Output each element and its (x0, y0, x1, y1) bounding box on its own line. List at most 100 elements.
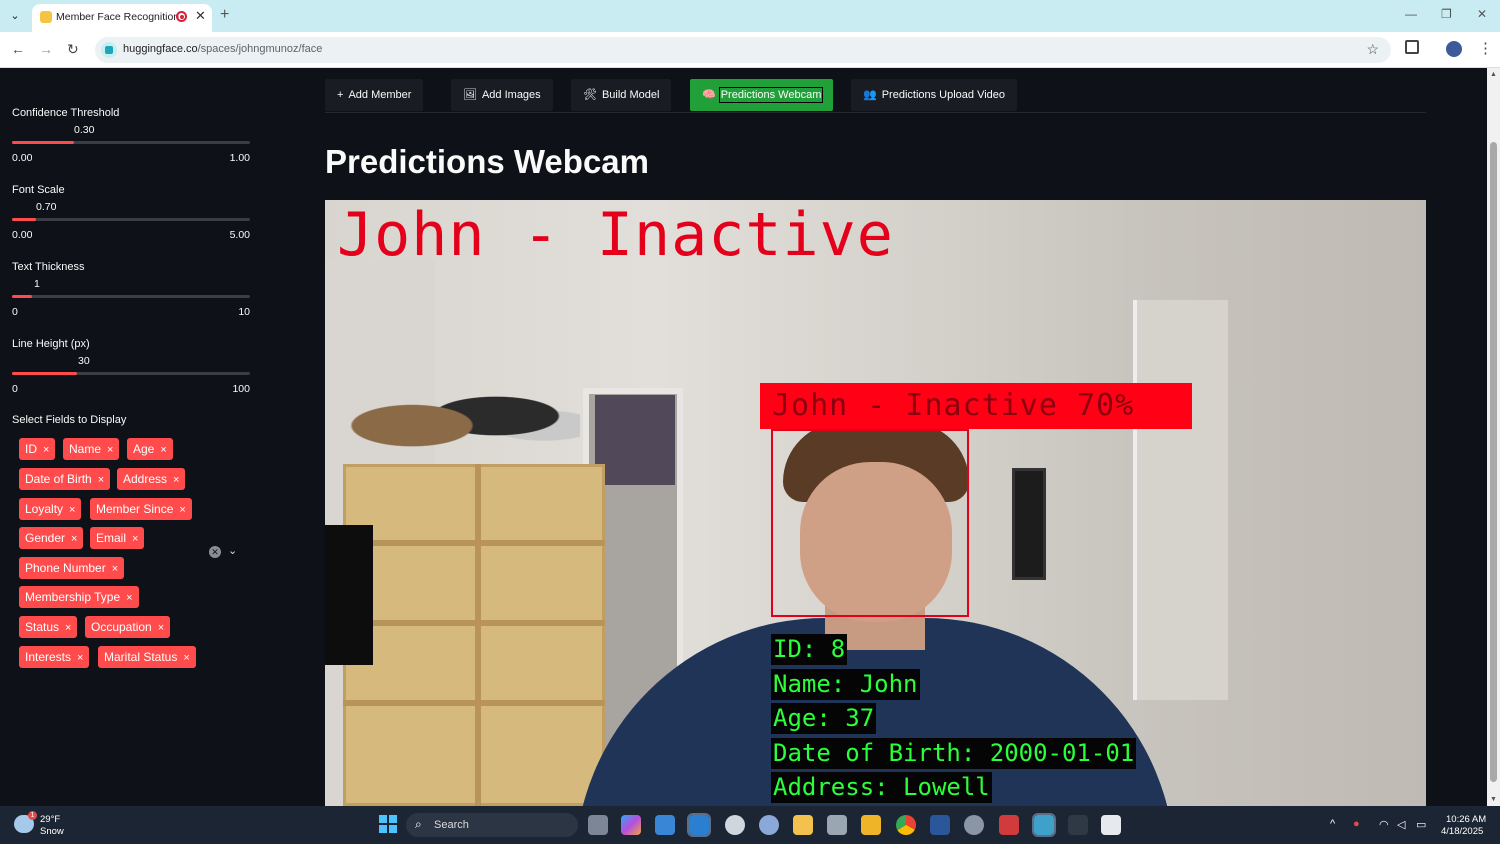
line-height-slider[interactable]: Line Height (px) 30 0 100 (12, 338, 250, 395)
reload-icon[interactable]: ↻ (67, 41, 79, 58)
chip-remove-icon[interactable]: × (160, 444, 166, 456)
info-line: Age: 37 (771, 703, 877, 734)
close-window-button[interactable]: ✕ (1477, 7, 1487, 21)
chip-remove-icon[interactable]: × (158, 622, 164, 634)
chip-remove-icon[interactable]: × (183, 652, 189, 664)
copilot-icon[interactable] (621, 815, 641, 835)
volume-icon[interactable]: ◁ (1397, 818, 1405, 831)
chip-remove-icon[interactable]: × (132, 533, 138, 545)
confidence-threshold-slider[interactable]: Confidence Threshold 0.30 0.00 1.00 (12, 107, 250, 164)
slider-max: 5.00 (229, 229, 250, 241)
field-chip[interactable]: Address × (117, 468, 186, 490)
tab-predictions-webcam[interactable]: 🧠 Predictions Webcam (690, 79, 834, 111)
back-icon[interactable]: ← (11, 41, 25, 57)
chip-remove-icon[interactable]: × (173, 474, 179, 486)
tray-chevron-icon[interactable]: ^ (1330, 818, 1335, 830)
clock-time[interactable]: 10:26 AM (1446, 814, 1486, 825)
chip-remove-icon[interactable]: × (126, 592, 132, 604)
field-chip[interactable]: ID × (19, 438, 56, 460)
field-chip[interactable]: Occupation × (85, 616, 171, 638)
clock-date[interactable]: 4/18/2025 (1441, 826, 1483, 837)
text-thickness-slider[interactable]: Text Thickness 1 0 10 (12, 261, 250, 318)
snipping-tool-icon[interactable] (1101, 815, 1121, 835)
field-chip[interactable]: Member Since × (90, 498, 192, 520)
site-info-icon[interactable] (101, 42, 117, 58)
scroll-down-icon[interactable]: ▼ (1490, 796, 1497, 803)
tab-add-member[interactable]: + Add Member (325, 79, 424, 111)
notepad-icon[interactable] (1032, 813, 1056, 837)
r-app-icon[interactable] (759, 815, 779, 835)
field-chip[interactable]: Phone Number × (19, 557, 125, 579)
new-tab-button[interactable]: + (220, 6, 229, 24)
wifi-icon[interactable]: ◠ (1379, 818, 1389, 831)
chip-label: Email (96, 531, 127, 545)
chip-remove-icon[interactable]: × (69, 504, 75, 516)
chip-remove-icon[interactable]: × (43, 444, 49, 456)
terminal-icon[interactable] (1068, 815, 1088, 835)
tab-label: Add Images (481, 89, 541, 101)
start-icon[interactable] (379, 815, 397, 833)
tab-predictions-upload-video[interactable]: 👥 Predictions Upload Video (851, 79, 1018, 111)
chip-remove-icon[interactable]: × (112, 563, 118, 575)
browser-tab[interactable]: Member Face Recognition ✕ (32, 4, 212, 32)
tab-close-icon[interactable]: ✕ (195, 8, 206, 24)
field-chip[interactable]: Age × (127, 438, 173, 460)
scrollbar-thumb[interactable] (1490, 142, 1497, 782)
chip-remove-icon[interactable]: × (179, 504, 185, 516)
field-chip[interactable]: Name × (63, 438, 120, 460)
slider-track[interactable] (12, 295, 250, 298)
recorder-icon[interactable] (999, 815, 1019, 835)
word-icon[interactable] (930, 815, 950, 835)
slider-min: 0.00 (12, 229, 33, 241)
chevron-down-icon[interactable]: ⌄ (228, 544, 237, 557)
task-view-icon[interactable] (588, 815, 608, 835)
chip-remove-icon[interactable]: × (71, 533, 77, 545)
tray-security-icon[interactable]: ● (1353, 818, 1360, 830)
field-chip[interactable]: Marital Status × (98, 646, 196, 668)
slider-max: 10 (238, 306, 250, 318)
taskbar-search[interactable]: ⌕ Search (406, 813, 578, 837)
slider-track[interactable] (12, 141, 250, 144)
scroll-up-icon[interactable]: ▲ (1490, 71, 1497, 78)
minimize-button[interactable]: — (1405, 7, 1417, 21)
field-chip[interactable]: Status × (19, 616, 78, 638)
tab-search-icon[interactable]: ⌄ (6, 7, 24, 25)
slider-track[interactable] (12, 218, 250, 221)
url-text[interactable]: huggingface.co/spaces/johngmunoz/face (123, 43, 322, 55)
store-icon[interactable] (655, 815, 675, 835)
font-scale-slider[interactable]: Font Scale 0.70 0.00 5.00 (12, 184, 250, 241)
field-chip[interactable]: Email × (90, 527, 145, 549)
slider-track[interactable] (12, 372, 250, 375)
field-chip[interactable]: Date of Birth × (19, 468, 111, 490)
chip-remove-icon[interactable]: × (65, 622, 71, 634)
field-chip[interactable]: Gender × (19, 527, 84, 549)
clear-all-icon[interactable]: ✕ (209, 546, 221, 558)
powerbi-icon[interactable] (861, 815, 881, 835)
alien-app-icon[interactable] (725, 815, 745, 835)
chrome-icon[interactable] (896, 815, 916, 835)
browser-menu-icon[interactable]: ⋮ (1478, 39, 1493, 57)
forward-icon[interactable]: → (39, 41, 53, 57)
chip-remove-icon[interactable]: × (107, 444, 113, 456)
extensions-icon[interactable] (1405, 40, 1419, 54)
profile-avatar[interactable] (1446, 41, 1462, 57)
battery-icon[interactable]: ▭ (1416, 818, 1426, 831)
restore-button[interactable]: ❐ (1441, 7, 1452, 21)
field-chip[interactable]: Loyalty × (19, 498, 82, 520)
vscode-icon[interactable] (687, 813, 711, 837)
address-bar[interactable]: huggingface.co/spaces/johngmunoz/face ☆ (95, 37, 1391, 63)
slider-label: Line Height (px) (12, 338, 90, 350)
chip-remove-icon[interactable]: × (98, 474, 104, 486)
field-chip[interactable]: Interests × (19, 646, 90, 668)
tab-add-images[interactable]: 🖼 Add Images (451, 79, 553, 111)
field-chip[interactable]: Membership Type × (19, 586, 139, 608)
app-icon[interactable] (827, 815, 847, 835)
file-explorer-icon[interactable] (793, 815, 813, 835)
sidebar: Confidence Threshold 0.30 0.00 1.00 Font… (0, 68, 270, 806)
settings-icon[interactable] (964, 815, 984, 835)
bookmark-star-icon[interactable]: ☆ (1366, 41, 1379, 58)
tab-build-model[interactable]: 🛠 Build Model (571, 79, 672, 111)
page-scrollbar[interactable]: ▲ ▼ (1487, 68, 1500, 806)
chip-remove-icon[interactable]: × (77, 652, 83, 664)
chip-label: ID (25, 442, 37, 456)
